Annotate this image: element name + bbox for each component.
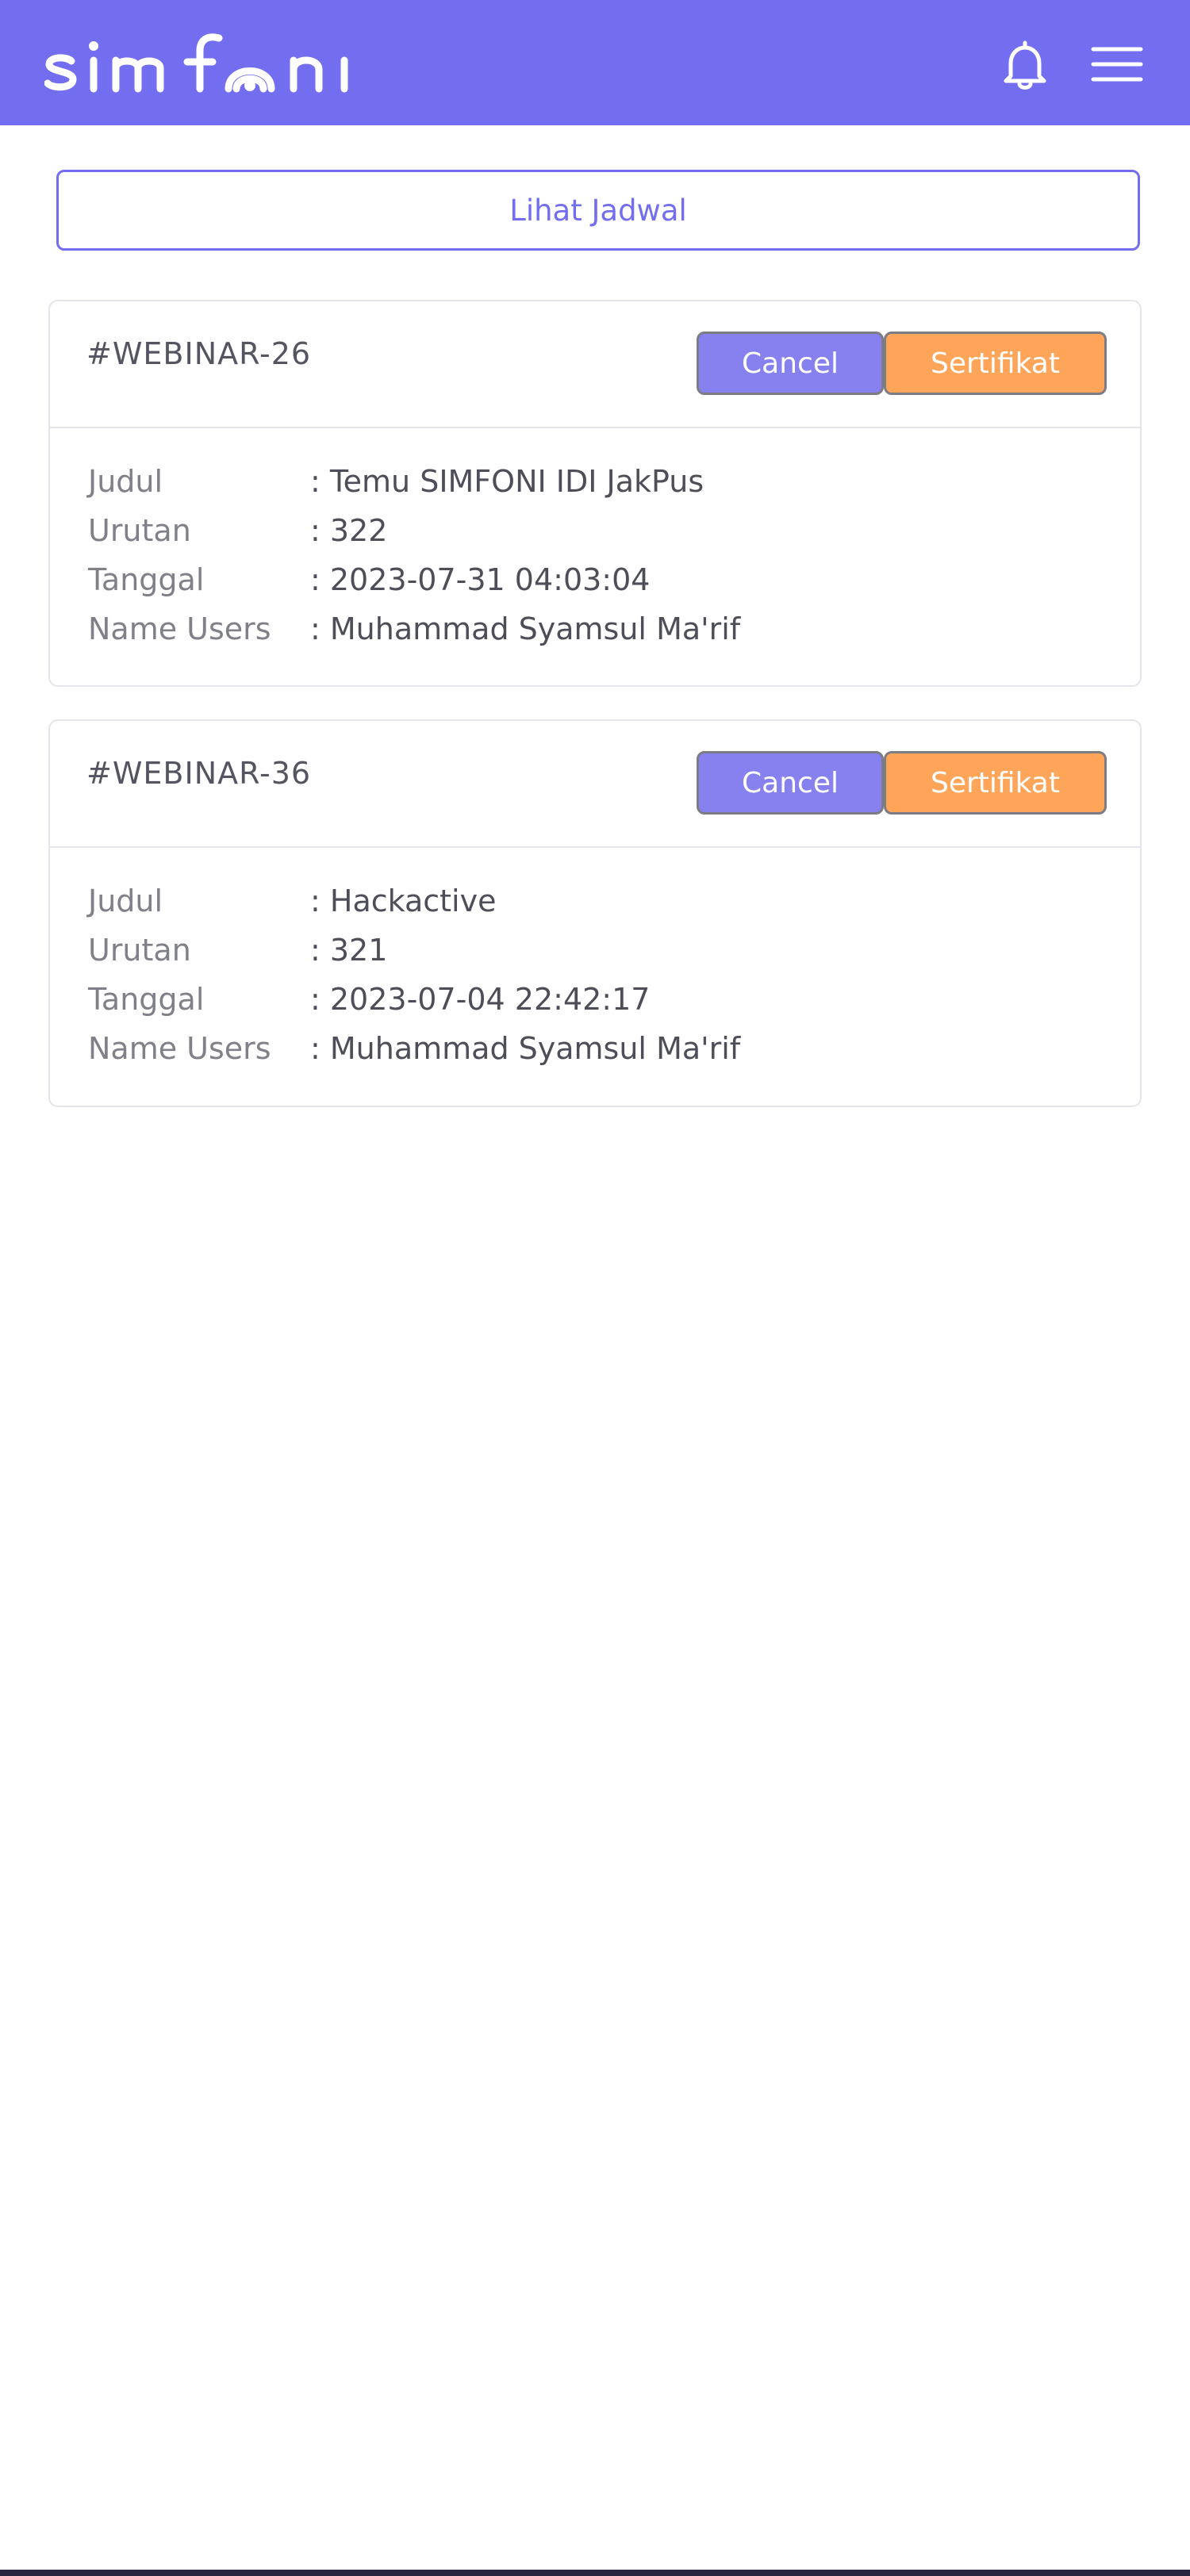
webinar-card-header: #WEBINAR-36 Cancel Sertifikat: [50, 721, 1140, 848]
webinar-code: #WEBINAR-26: [86, 336, 312, 371]
detail-row-tanggal: Tanggal : 2023-07-31 04:03:04: [88, 555, 1088, 604]
judul-label: Judul: [88, 464, 163, 499]
name-users-value: : Muhammad Syamsul Ma'rif: [310, 1031, 741, 1066]
detail-row-name-users: Name Users : Muhammad Syamsul Ma'rif: [88, 1024, 1088, 1073]
judul-value: : Temu SIMFONI IDI JakPus: [310, 464, 704, 499]
detail-row-name-users: Name Users : Muhammad Syamsul Ma'rif: [88, 604, 1088, 654]
webinar-code: #WEBINAR-36: [86, 756, 312, 791]
certificate-button[interactable]: Sertifikat: [884, 751, 1107, 815]
bottom-edge-bar: [0, 2570, 1190, 2576]
detail-row-judul: Judul : Temu SIMFONI IDI JakPus: [88, 457, 1088, 506]
name-users-label: Name Users: [88, 611, 271, 646]
detail-row-judul: Judul : Hackactive: [88, 876, 1088, 926]
urutan-value: : 322: [310, 513, 388, 548]
judul-label: Judul: [88, 884, 163, 918]
name-users-label: Name Users: [88, 1031, 271, 1066]
detail-row-urutan: Urutan : 322: [88, 506, 1088, 555]
webinar-details: Judul : Temu SIMFONI IDI JakPus Urutan :…: [88, 457, 1088, 654]
webinar-card-header: #WEBINAR-26 Cancel Sertifikat: [50, 301, 1140, 428]
name-users-value: : Muhammad Syamsul Ma'rif: [310, 611, 741, 646]
detail-row-tanggal: Tanggal : 2023-07-04 22:42:17: [88, 975, 1088, 1024]
detail-row-urutan: Urutan : 321: [88, 926, 1088, 975]
webinar-details: Judul : Hackactive Urutan : 321 Tanggal …: [88, 876, 1088, 1073]
urutan-label: Urutan: [88, 933, 191, 968]
hamburger-menu-icon[interactable]: [1087, 38, 1147, 90]
view-schedule-button[interactable]: Lihat Jadwal: [56, 170, 1140, 251]
urutan-value: : 321: [310, 933, 388, 968]
urutan-label: Urutan: [88, 513, 191, 548]
tanggal-value: : 2023-07-04 22:42:17: [310, 982, 651, 1017]
bell-icon[interactable]: [996, 36, 1054, 94]
app-header: [0, 0, 1190, 125]
simfoni-logo[interactable]: [44, 22, 417, 102]
certificate-button[interactable]: Sertifikat: [884, 332, 1107, 395]
cancel-button[interactable]: Cancel: [697, 332, 884, 395]
tanggal-value: : 2023-07-31 04:03:04: [310, 562, 651, 597]
judul-value: : Hackactive: [310, 884, 497, 918]
webinar-card: #WEBINAR-36 Cancel Sertifikat Judul : Ha…: [48, 719, 1142, 1107]
tanggal-label: Tanggal: [88, 562, 205, 597]
webinar-card: #WEBINAR-26 Cancel Sertifikat Judul : Te…: [48, 300, 1142, 687]
tanggal-label: Tanggal: [88, 982, 205, 1017]
cancel-button[interactable]: Cancel: [697, 751, 884, 815]
